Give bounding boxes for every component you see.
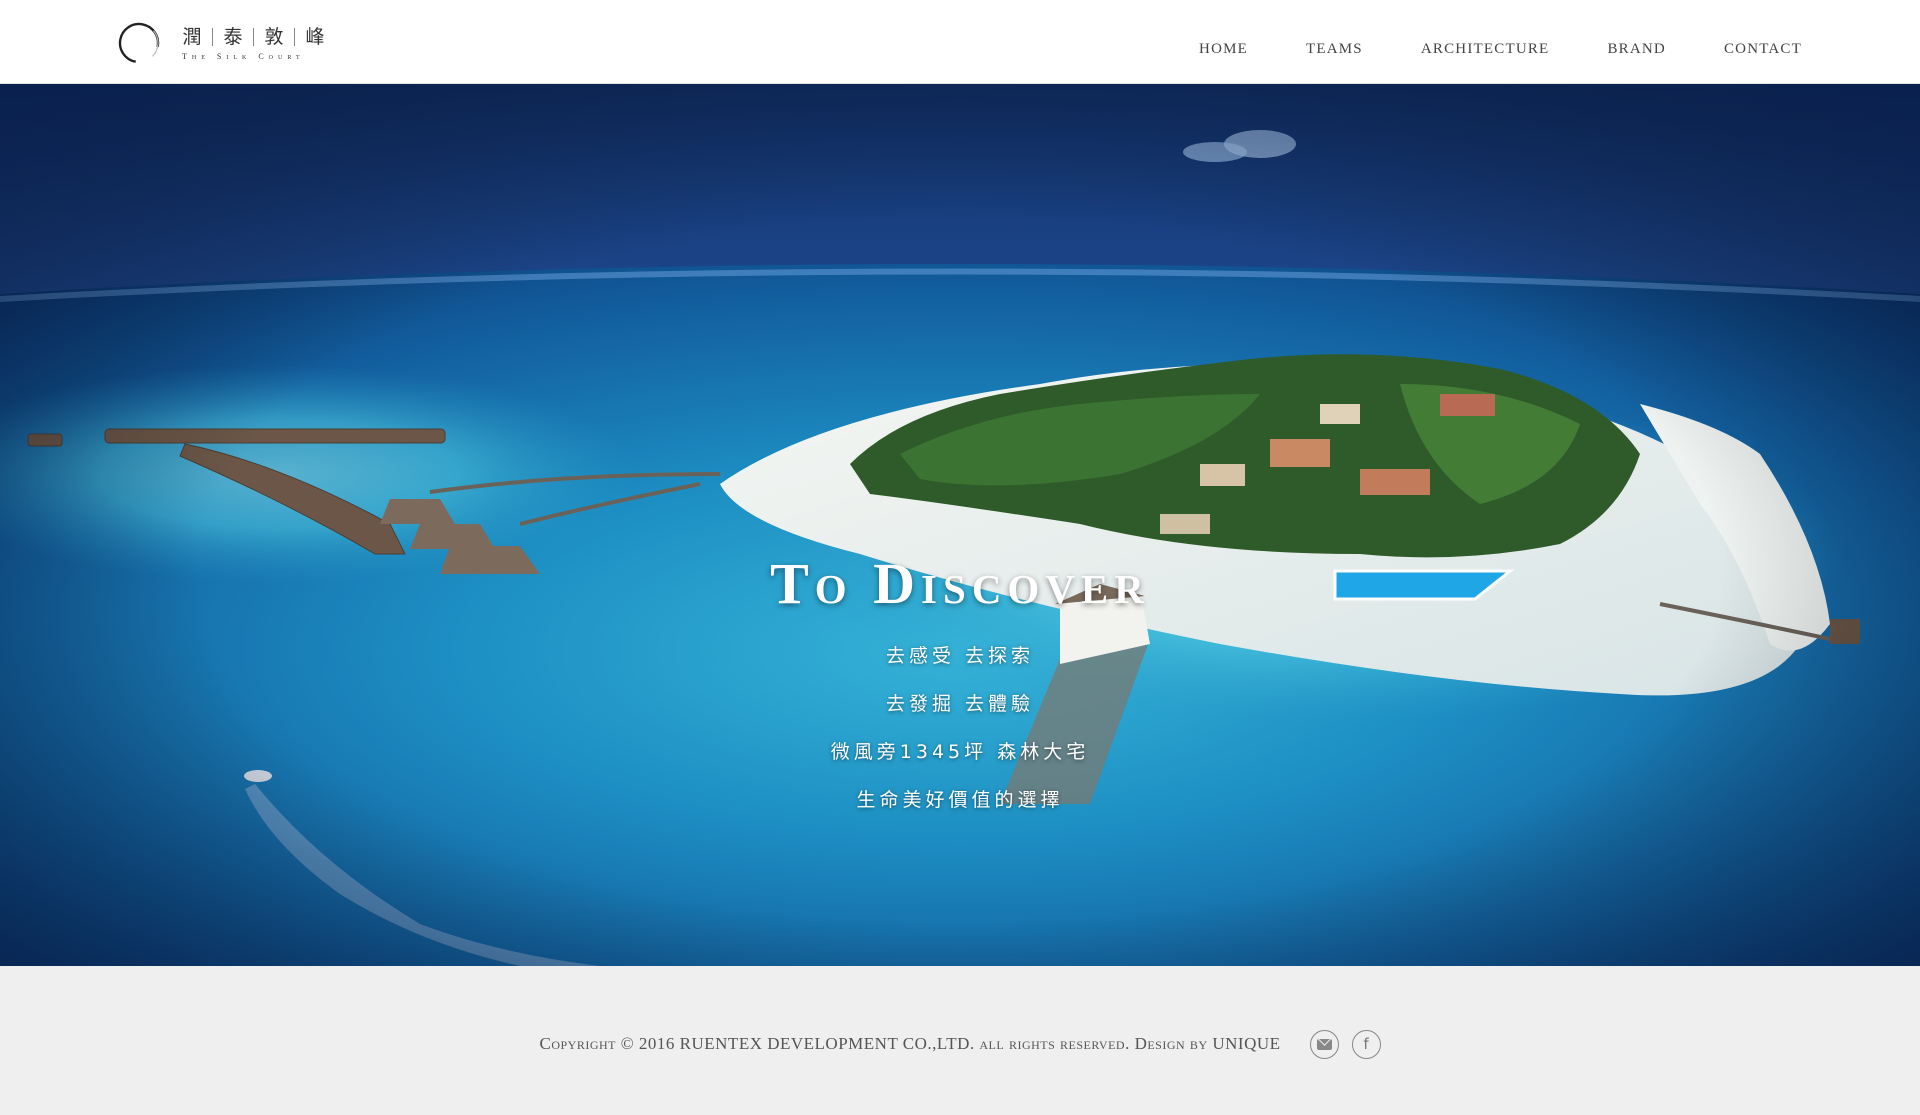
nav-item-contact[interactable]: CONTACT bbox=[1724, 27, 1802, 58]
site-header: 潤 泰 敦 峰 The Silk Court HOME TEAMS ARCHIT… bbox=[0, 0, 1920, 84]
mail-glyph bbox=[1316, 1038, 1332, 1050]
hero-banner: To Discover 去感受 去探索 去發掘 去體驗 微風旁1345坪 森林大… bbox=[0, 84, 1920, 966]
logo-tagline: The Silk Court bbox=[182, 51, 305, 61]
site-logo[interactable]: 潤 泰 敦 峰 The Silk Court bbox=[118, 22, 325, 64]
logo-char: 潤 bbox=[182, 25, 202, 48]
nav-item-architecture[interactable]: ARCHITECTURE bbox=[1421, 27, 1550, 58]
logo-ring-icon bbox=[118, 22, 160, 64]
nav-item-home[interactable]: HOME bbox=[1199, 27, 1248, 58]
site-footer: Copyright © 2016 RUENTEX DEVELOPMENT CO.… bbox=[0, 966, 1920, 1115]
tropical-island-photo bbox=[0, 84, 1920, 966]
logo-divider bbox=[253, 27, 254, 46]
social-links: f bbox=[1297, 1029, 1381, 1059]
copyright-text: Copyright © 2016 RUENTEX DEVELOPMENT CO.… bbox=[539, 1034, 1281, 1053]
hero-line: 去發掘 去體驗 bbox=[885, 693, 1035, 715]
hero-line: 微風旁1345坪 森林大宅 bbox=[830, 741, 1090, 763]
facebook-icon[interactable]: f bbox=[1351, 1029, 1381, 1059]
logo-divider bbox=[294, 27, 295, 46]
hero-title: To Discover bbox=[770, 551, 1150, 616]
logo-char: 泰 bbox=[223, 25, 243, 48]
hero-line: 去感受 去探索 bbox=[885, 645, 1035, 667]
nav-item-brand[interactable]: BRAND bbox=[1607, 27, 1666, 58]
nav-item-teams[interactable]: TEAMS bbox=[1306, 27, 1363, 58]
hero-text: 去感受 去探索 去發掘 去體驗 微風旁1345坪 森林大宅 生命美好價值的選擇 bbox=[0, 632, 1920, 824]
logo-text: 潤 泰 敦 峰 The Silk Court bbox=[182, 26, 325, 61]
main-nav: HOME TEAMS ARCHITECTURE BRAND CONTACT bbox=[1141, 0, 1802, 84]
logo-chinese-name: 潤 泰 敦 峰 bbox=[182, 26, 325, 48]
hero-line: 生命美好價值的選擇 bbox=[856, 789, 1064, 811]
footer-row: Copyright © 2016 RUENTEX DEVELOPMENT CO.… bbox=[0, 1028, 1920, 1060]
logo-divider bbox=[212, 27, 213, 46]
mail-icon[interactable] bbox=[1309, 1029, 1339, 1059]
logo-char: 敦 bbox=[264, 25, 284, 48]
logo-char: 峰 bbox=[305, 25, 325, 48]
